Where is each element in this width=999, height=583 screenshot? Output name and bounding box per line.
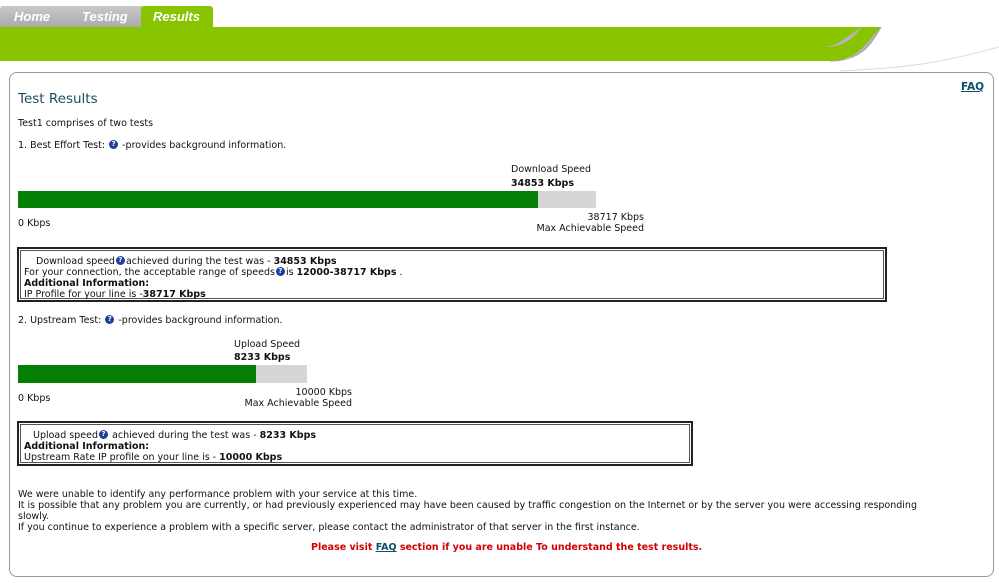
- help-icon[interactable]: ?: [275, 267, 285, 276]
- faq-notice: Please visit FAQ section if you are unab…: [311, 542, 703, 553]
- test1-heading-label: 1. Best Effort Test:: [18, 140, 106, 151]
- download-info-line2: For your connection, the acceptable rang…: [24, 267, 403, 278]
- download-info-line3: Additional Information:: [24, 278, 150, 289]
- download-info-box: Download speed? achieved during the test …: [17, 247, 887, 302]
- faq-notice-link[interactable]: FAQ: [376, 542, 397, 553]
- upload-speed-value: 8233 Kbps: [234, 352, 291, 363]
- footer-paragraph-1: We were unable to identify any performan…: [18, 489, 418, 500]
- upload-speed-label: Upload Speed: [234, 339, 301, 350]
- test2-heading: 2. Upstream Test: ? -provides background…: [18, 315, 283, 326]
- page-title: Test Results: [18, 91, 98, 107]
- upload-speed-bar: [18, 365, 307, 383]
- footer-paragraph-2-cont: slowly.: [18, 511, 50, 522]
- download-info-line4: IP Profile for your line is -38717 Kbps: [24, 289, 206, 300]
- footer-paragraph-2: It is possible that any problem you are …: [18, 500, 917, 511]
- upload-max-label: Max Achievable Speed: [244, 398, 352, 409]
- upload-speed-bar-fill: [18, 365, 256, 383]
- download-min-label: 0 Kbps: [18, 218, 51, 229]
- test1-heading-suffix: -provides background information.: [122, 140, 287, 151]
- download-speed-label: Download Speed: [511, 164, 592, 175]
- footer-paragraph-3: If you continue to experience a problem …: [18, 522, 640, 533]
- download-info-line1: Download speed? achieved during the test …: [36, 256, 337, 267]
- download-speed-value: 34853 Kbps: [511, 178, 574, 189]
- header-banner: [0, 27, 999, 72]
- upload-info-line1: Upload speed? achieved during the test w…: [33, 430, 317, 441]
- upload-info-box: Upload speed? achieved during the test w…: [17, 421, 693, 466]
- test2-heading-suffix: -provides background information.: [118, 315, 283, 326]
- top-nav: Home Testing Results: [0, 0, 999, 30]
- faq-link[interactable]: FAQ: [961, 81, 984, 93]
- help-icon[interactable]: ?: [99, 430, 109, 439]
- tab-results[interactable]: Results: [141, 6, 213, 28]
- download-speed-bar: [18, 191, 596, 208]
- help-icon[interactable]: ?: [105, 315, 115, 324]
- upload-info-line2: Additional Information:: [24, 441, 150, 452]
- download-speed-bar-fill: [18, 191, 539, 208]
- upload-max-value: 10000 Kbps: [295, 387, 352, 398]
- test2-heading-label: 2. Upstream Test:: [18, 315, 102, 326]
- download-max-value: 38717 Kbps: [587, 212, 644, 223]
- download-max-label: Max Achievable Speed: [536, 223, 644, 234]
- upload-min-label: 0 Kbps: [18, 393, 51, 404]
- intro-text: Test1 comprises of two tests: [18, 118, 154, 129]
- help-icon[interactable]: ?: [109, 140, 119, 149]
- help-icon[interactable]: ?: [115, 256, 125, 265]
- tab-testing[interactable]: Testing: [68, 6, 144, 28]
- test1-heading: 1. Best Effort Test: ? -provides backgro…: [18, 140, 286, 151]
- upload-info-line3: Upstream Rate IP profile on your line is…: [24, 452, 283, 463]
- tab-home[interactable]: Home: [0, 6, 72, 28]
